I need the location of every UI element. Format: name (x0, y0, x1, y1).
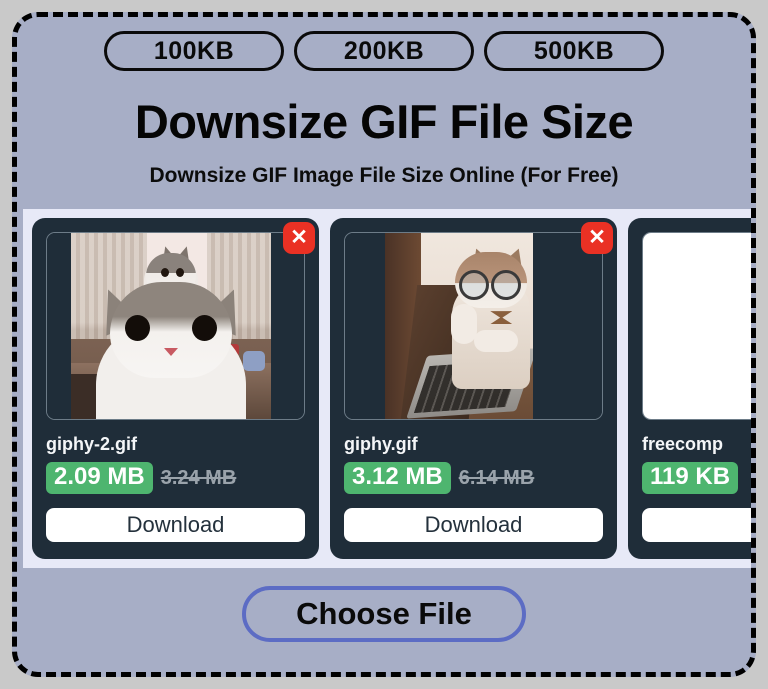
file-name: giphy-2.gif (46, 434, 137, 454)
file-size-row: 3.12 MB 6.14 MB (344, 462, 603, 494)
download-button[interactable]: Download (344, 508, 603, 542)
preset-100kb-button[interactable]: 100KB (104, 31, 284, 71)
close-icon[interactable]: ✕ (283, 222, 315, 254)
choose-file-button[interactable]: Choose File (242, 586, 526, 642)
original-size-text: 3.24 MB (160, 467, 237, 489)
file-carousel[interactable]: ✕ giphy-2.gif 2.09 MB 3.24 MB Download ✕… (23, 209, 751, 568)
close-icon[interactable]: ✕ (581, 222, 613, 254)
compressed-size-badge: 2.09 MB (46, 462, 153, 494)
file-name: giphy.gif (344, 434, 418, 454)
original-size-text: 6.14 MB (458, 467, 535, 489)
thumbnail-preview (46, 232, 305, 420)
thumbnail-preview (344, 232, 603, 420)
page-title: Downsize GIF File Size (134, 95, 634, 148)
download-button[interactable]: Download (46, 508, 305, 542)
download-button[interactable]: Dow (642, 508, 751, 542)
file-card[interactable]: ✕ giphy.gif 3.12 MB 6.14 MB Download (330, 218, 617, 559)
preset-500kb-button[interactable]: 500KB (484, 31, 664, 71)
thumbnail-preview (642, 232, 751, 420)
file-card[interactable]: ✕ freecomp 119 KB Dow (628, 218, 751, 559)
drop-zone[interactable]: 100KB 200KB 500KB Downsize GIF File Size… (12, 12, 756, 677)
file-card[interactable]: ✕ giphy-2.gif 2.09 MB 3.24 MB Download (32, 218, 319, 559)
file-size-row: 119 KB (642, 462, 751, 494)
gif-thumbnail-image (643, 233, 751, 419)
preset-200kb-button[interactable]: 200KB (294, 31, 474, 71)
file-size-row: 2.09 MB 3.24 MB (46, 462, 305, 494)
page-subtitle: Downsize GIF Image File Size Online (For… (149, 164, 619, 187)
gif-thumbnail-image (47, 233, 304, 419)
gif-thumbnail-image (345, 233, 602, 419)
preset-size-row: 100KB 200KB 500KB (17, 31, 751, 71)
compressed-size-badge: 119 KB (642, 462, 739, 494)
compressed-size-badge: 3.12 MB (344, 462, 451, 494)
file-name: freecomp (642, 434, 724, 454)
